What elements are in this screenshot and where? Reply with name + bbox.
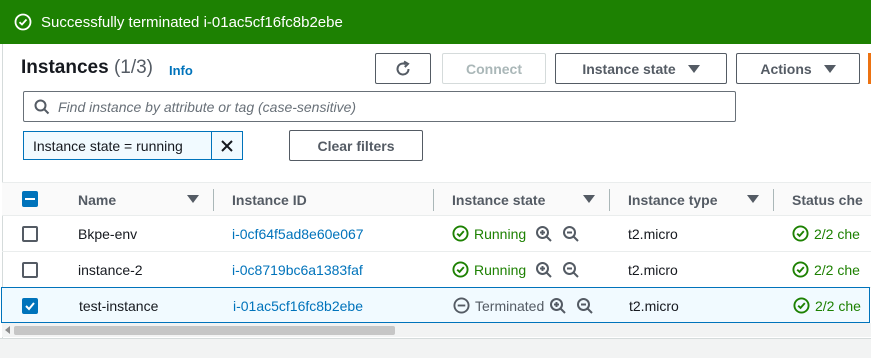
search-bar[interactable] — [23, 91, 736, 122]
column-header-instance-type[interactable]: Instance type — [628, 183, 717, 216]
instance-state-text: Terminated — [475, 297, 545, 314]
table-header: Name Instance ID Instance state Instance… — [2, 182, 871, 216]
zoom-out-icon[interactable] — [576, 297, 594, 315]
zoom-out-icon[interactable] — [562, 261, 580, 279]
column-header-status-check[interactable]: Status che — [792, 183, 863, 216]
instance-state-text: Running — [474, 261, 527, 278]
zoom-in-icon[interactable] — [535, 261, 553, 279]
selection-count: (1/3) — [113, 57, 154, 78]
instance-name: test-instance — [79, 297, 159, 314]
instance-name: instance-2 — [78, 261, 143, 278]
sort-icon[interactable] — [187, 195, 199, 203]
refresh-button[interactable] — [375, 53, 431, 84]
panel-footer — [0, 338, 871, 358]
zoom-out-icon[interactable] — [562, 225, 580, 243]
status-check-text: 2/2 che — [814, 261, 860, 278]
status-check-text: 2/2 che — [814, 225, 860, 242]
minus-circle-icon — [453, 297, 470, 314]
column-divider[interactable] — [609, 189, 610, 211]
actions-label: Actions — [760, 60, 812, 77]
column-header-instance-id[interactable]: Instance ID — [232, 183, 307, 216]
filter-token: Instance state = running — [23, 131, 243, 160]
status-check: 2/2 che — [792, 216, 860, 251]
instance-name: Bkpe-env — [78, 225, 138, 242]
status-check: 2/2 che — [793, 288, 861, 323]
sort-icon[interactable] — [747, 195, 759, 203]
check-circle-icon — [793, 297, 810, 314]
table-row[interactable]: test-instance i-01ac5cf16fc8b2ebe Termin… — [1, 287, 870, 323]
success-flash-bar: Successfully terminated i-01ac5cf16fc8b2… — [0, 0, 871, 44]
caret-down-icon — [687, 64, 700, 73]
status-check-text: 2/2 che — [815, 297, 861, 314]
page-title: Instances (1/3) — [21, 57, 153, 79]
instance-state: Running — [452, 216, 580, 251]
column-divider[interactable] — [773, 189, 774, 211]
instance-type: t2.micro — [629, 297, 679, 314]
horizontal-scrollbar[interactable] — [2, 323, 871, 337]
column-divider[interactable] — [213, 189, 214, 211]
connect-label: Connect — [466, 60, 522, 77]
instance-id-link[interactable]: i-0c8719bc6a1383faf — [232, 252, 363, 287]
close-icon — [221, 139, 233, 152]
instance-type: t2.micro — [628, 261, 678, 278]
filter-token-label: Instance state = running — [33, 137, 183, 154]
flash-message: Successfully terminated i-01ac5cf16fc8b2… — [41, 13, 343, 31]
table-row[interactable]: Bkpe-env i-0cf64f5ad8e60e067 Running t2.… — [2, 216, 871, 252]
column-divider[interactable] — [433, 189, 434, 211]
title-text: Instances — [21, 57, 109, 78]
scrollbar-thumb[interactable] — [14, 326, 395, 335]
actions-dropdown[interactable]: Actions — [736, 53, 860, 84]
select-all-checkbox[interactable] — [22, 191, 38, 207]
zoom-in-icon[interactable] — [535, 225, 553, 243]
instance-state-label: Instance state — [582, 60, 676, 77]
instance-state-dropdown[interactable]: Instance state — [555, 53, 727, 84]
search-icon — [34, 99, 50, 114]
instance-state: Terminated — [453, 288, 594, 323]
row-checkbox[interactable] — [22, 262, 38, 278]
instance-state-text: Running — [474, 225, 527, 242]
search-input[interactable] — [58, 98, 718, 115]
check-circle-icon — [14, 13, 32, 31]
column-header-instance-state[interactable]: Instance state — [452, 183, 545, 216]
info-link[interactable]: Info — [169, 63, 193, 78]
minus-icon — [25, 198, 35, 200]
check-circle-icon — [792, 261, 809, 278]
instance-id-link[interactable]: i-01ac5cf16fc8b2ebe — [233, 288, 363, 323]
scroll-left-arrow-icon[interactable] — [5, 326, 10, 334]
zoom-in-icon[interactable] — [549, 297, 567, 315]
check-circle-icon — [452, 261, 469, 278]
clear-filters-button[interactable]: Clear filters — [289, 130, 423, 161]
remove-filter-button[interactable] — [211, 132, 242, 159]
instance-id-link[interactable]: i-0cf64f5ad8e60e067 — [232, 216, 364, 251]
caret-down-icon — [823, 64, 836, 73]
clear-filters-label: Clear filters — [317, 137, 395, 154]
row-checkbox[interactable] — [22, 298, 38, 314]
column-header-name[interactable]: Name — [78, 183, 116, 216]
instance-state: Running — [452, 252, 580, 287]
connect-button[interactable]: Connect — [442, 53, 546, 84]
sort-icon[interactable] — [583, 195, 595, 203]
instance-type: t2.micro — [628, 225, 678, 242]
checkmark-icon — [25, 302, 35, 311]
status-check: 2/2 che — [792, 252, 860, 287]
refresh-icon — [396, 60, 410, 75]
table-row[interactable]: instance-2 i-0c8719bc6a1383faf Running t… — [2, 252, 871, 288]
check-circle-icon — [792, 225, 809, 242]
check-circle-icon — [452, 225, 469, 242]
row-checkbox[interactable] — [22, 226, 38, 242]
